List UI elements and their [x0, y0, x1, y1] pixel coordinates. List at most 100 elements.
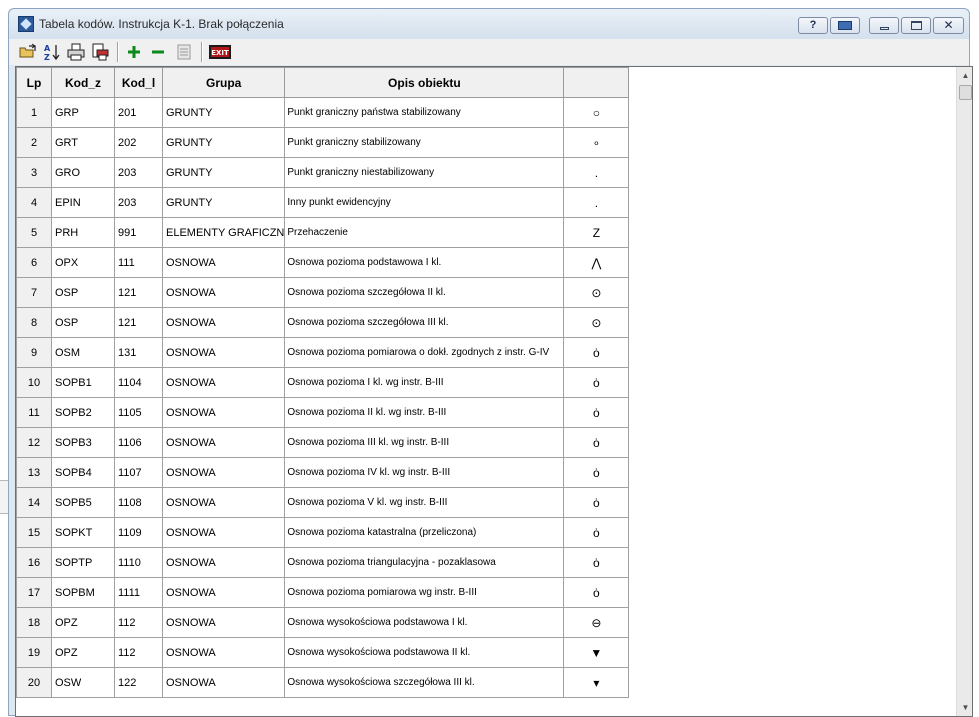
symbol-cell[interactable]: ⊙ — [563, 307, 630, 338]
column-header-opis[interactable]: Opis obiektu — [284, 67, 565, 98]
grupa-cell[interactable]: OSNOWA — [161, 607, 286, 638]
row-number[interactable]: 9 — [16, 337, 52, 368]
opis-cell[interactable]: Osnowa wysokościowa szczegółowa III kl. — [284, 667, 565, 698]
kod-z-cell[interactable]: GRP — [51, 97, 115, 128]
kod-z-cell[interactable]: PRH — [51, 217, 115, 248]
symbol-cell[interactable]: ȯ — [563, 547, 630, 578]
symbol-cell[interactable]: . — [563, 187, 630, 218]
table-row[interactable]: 16 SOPTP 1110 OSNOWA Osnowa pozioma triangul… — [16, 547, 630, 578]
column-header-symbol[interactable] — [563, 67, 630, 98]
opis-cell[interactable]: Punkt graniczny państwa stabilizowany — [284, 97, 565, 128]
kod-l-cell[interactable]: 991 — [114, 217, 163, 248]
kod-l-cell[interactable]: 121 — [114, 277, 163, 308]
kod-z-cell[interactable]: OPZ — [51, 637, 115, 668]
row-number[interactable]: 1 — [16, 97, 52, 128]
grupa-cell[interactable]: GRUNTY — [161, 97, 286, 128]
opis-cell[interactable]: Przehaczenie — [284, 217, 565, 248]
symbol-cell[interactable]: ⊙ — [563, 277, 630, 308]
kod-l-cell[interactable]: 112 — [114, 637, 163, 668]
row-number[interactable]: 6 — [16, 247, 52, 278]
remove-record-icon[interactable] — [149, 43, 167, 61]
column-header-kod-z[interactable]: Kod_z — [51, 67, 115, 98]
symbol-cell[interactable]: ȯ — [563, 577, 630, 608]
table-row[interactable]: 6 OPX 111 OSNOWA Osnowa pozioma podstawowa I… — [16, 247, 630, 278]
title-bar[interactable]: Tabela kodów. Instrukcja K-1. Brak połąc… — [9, 9, 969, 39]
row-number[interactable]: 19 — [16, 637, 52, 668]
grupa-cell[interactable]: OSNOWA — [161, 307, 286, 338]
opis-cell[interactable]: Osnowa pozioma III kl. wg instr. B-III — [284, 427, 565, 458]
column-header-kod-l[interactable]: Kod_l — [114, 67, 163, 98]
kod-z-cell[interactable]: SOPB1 — [51, 367, 115, 398]
row-number[interactable]: 5 — [16, 217, 52, 248]
table-row[interactable]: 18 OPZ 112 OSNOWA Osnowa wysokościowa podsta… — [16, 607, 630, 638]
opis-cell[interactable]: Punkt graniczny stabilizowany — [284, 127, 565, 158]
kod-z-cell[interactable]: GRO — [51, 157, 115, 188]
kod-l-cell[interactable]: 1109 — [114, 517, 163, 548]
kod-l-cell[interactable]: 203 — [114, 187, 163, 218]
grupa-cell[interactable]: GRUNTY — [161, 187, 286, 218]
grupa-cell[interactable]: OSNOWA — [161, 547, 286, 578]
table-row[interactable]: 9 OSM 131 OSNOWA Osnowa pozioma pomiarowa o … — [16, 337, 630, 368]
table-row[interactable]: 12 SOPB3 1106 OSNOWA Osnowa pozioma III kl. … — [16, 427, 630, 458]
row-number[interactable]: 18 — [16, 607, 52, 638]
table-row[interactable]: 7 OSP 121 OSNOWA Osnowa pozioma szczegółowa … — [16, 277, 630, 308]
grupa-cell[interactable]: ELEMENTY GRAFICZN — [161, 217, 286, 248]
close-button[interactable]: ✕ — [933, 17, 964, 34]
symbol-cell[interactable]: ○ — [563, 97, 630, 128]
symbol-cell[interactable]: ▼ — [563, 637, 630, 668]
kod-l-cell[interactable]: 112 — [114, 607, 163, 638]
symbol-cell[interactable]: ȯ — [563, 427, 630, 458]
row-number[interactable]: 20 — [16, 667, 52, 698]
kod-l-cell[interactable]: 203 — [114, 157, 163, 188]
symbol-cell[interactable]: ȯ — [563, 457, 630, 488]
kod-l-cell[interactable]: 1111 — [114, 577, 163, 608]
column-header-lp[interactable]: Lp — [16, 67, 52, 98]
kod-z-cell[interactable]: SOPB2 — [51, 397, 115, 428]
symbol-cell[interactable]: ȯ — [563, 367, 630, 398]
opis-cell[interactable]: Osnowa pozioma V kl. wg instr. B-III — [284, 487, 565, 518]
symbol-cell[interactable]: . — [563, 157, 630, 188]
exit-button[interactable]: EXIT — [208, 43, 232, 61]
table-row[interactable]: 4 EPIN 203 GRUNTY Inny punkt ewidencyjny. — [16, 187, 630, 218]
opis-cell[interactable]: Osnowa pozioma pomiarowa o dokł. zgodnyc… — [284, 337, 565, 368]
scroll-up-icon[interactable]: ▲ — [957, 67, 972, 84]
grupa-cell[interactable]: OSNOWA — [161, 247, 286, 278]
opis-cell[interactable]: Inny punkt ewidencyjny — [284, 187, 565, 218]
table-row[interactable]: 20 OSW 122 OSNOWA Osnowa wysokościowa szczeg… — [16, 667, 630, 698]
opis-cell[interactable]: Punkt graniczny niestabilizowany — [284, 157, 565, 188]
row-number[interactable]: 17 — [16, 577, 52, 608]
grupa-cell[interactable]: OSNOWA — [161, 397, 286, 428]
kod-z-cell[interactable]: GRT — [51, 127, 115, 158]
kod-z-cell[interactable]: SOPB3 — [51, 427, 115, 458]
context-button[interactable] — [830, 17, 860, 34]
symbol-cell[interactable]: ȯ — [563, 517, 630, 548]
grupa-cell[interactable]: OSNOWA — [161, 457, 286, 488]
column-header-grupa[interactable]: Grupa — [161, 67, 286, 98]
table-row[interactable]: 3 GRO 203 GRUNTY Punkt graniczny niestabiliz… — [16, 157, 630, 188]
grupa-cell[interactable]: OSNOWA — [161, 667, 286, 698]
table-row[interactable]: 5 PRH 991 ELEMENTY GRAFICZN Przehaczenie Z — [16, 217, 630, 248]
row-number[interactable]: 2 — [16, 127, 52, 158]
kod-z-cell[interactable]: SOPKT — [51, 517, 115, 548]
grupa-cell[interactable]: OSNOWA — [161, 337, 286, 368]
kod-l-cell[interactable]: 201 — [114, 97, 163, 128]
kod-l-cell[interactable]: 1104 — [114, 367, 163, 398]
grupa-cell[interactable]: OSNOWA — [161, 577, 286, 608]
opis-cell[interactable]: Osnowa pozioma katastralna (przeliczona) — [284, 517, 565, 548]
opis-cell[interactable]: Osnowa pozioma II kl. wg instr. B-III — [284, 397, 565, 428]
sort-az-icon[interactable]: AZ — [43, 43, 61, 62]
scroll-down-icon[interactable]: ▼ — [957, 699, 972, 716]
row-number[interactable]: 8 — [16, 307, 52, 338]
opis-cell[interactable]: Osnowa pozioma IV kl. wg instr. B-III — [284, 457, 565, 488]
row-number[interactable]: 12 — [16, 427, 52, 458]
kod-z-cell[interactable]: OSW — [51, 667, 115, 698]
minimize-button[interactable] — [869, 17, 899, 34]
print-icon[interactable] — [67, 43, 85, 61]
opis-cell[interactable]: Osnowa wysokościowa podstawowa I kl. — [284, 607, 565, 638]
table-row[interactable]: 2 GRT 202 GRUNTY Punkt graniczny stabilizowa… — [16, 127, 630, 158]
kod-l-cell[interactable]: 1110 — [114, 547, 163, 578]
kod-l-cell[interactable]: 202 — [114, 127, 163, 158]
kod-z-cell[interactable]: SOPB4 — [51, 457, 115, 488]
table-row[interactable]: 15 SOPKT 1109 OSNOWA Osnowa pozioma katastra… — [16, 517, 630, 548]
table-row[interactable]: 17 SOPBM 1111 OSNOWA Osnowa pozioma pomiarow… — [16, 577, 630, 608]
